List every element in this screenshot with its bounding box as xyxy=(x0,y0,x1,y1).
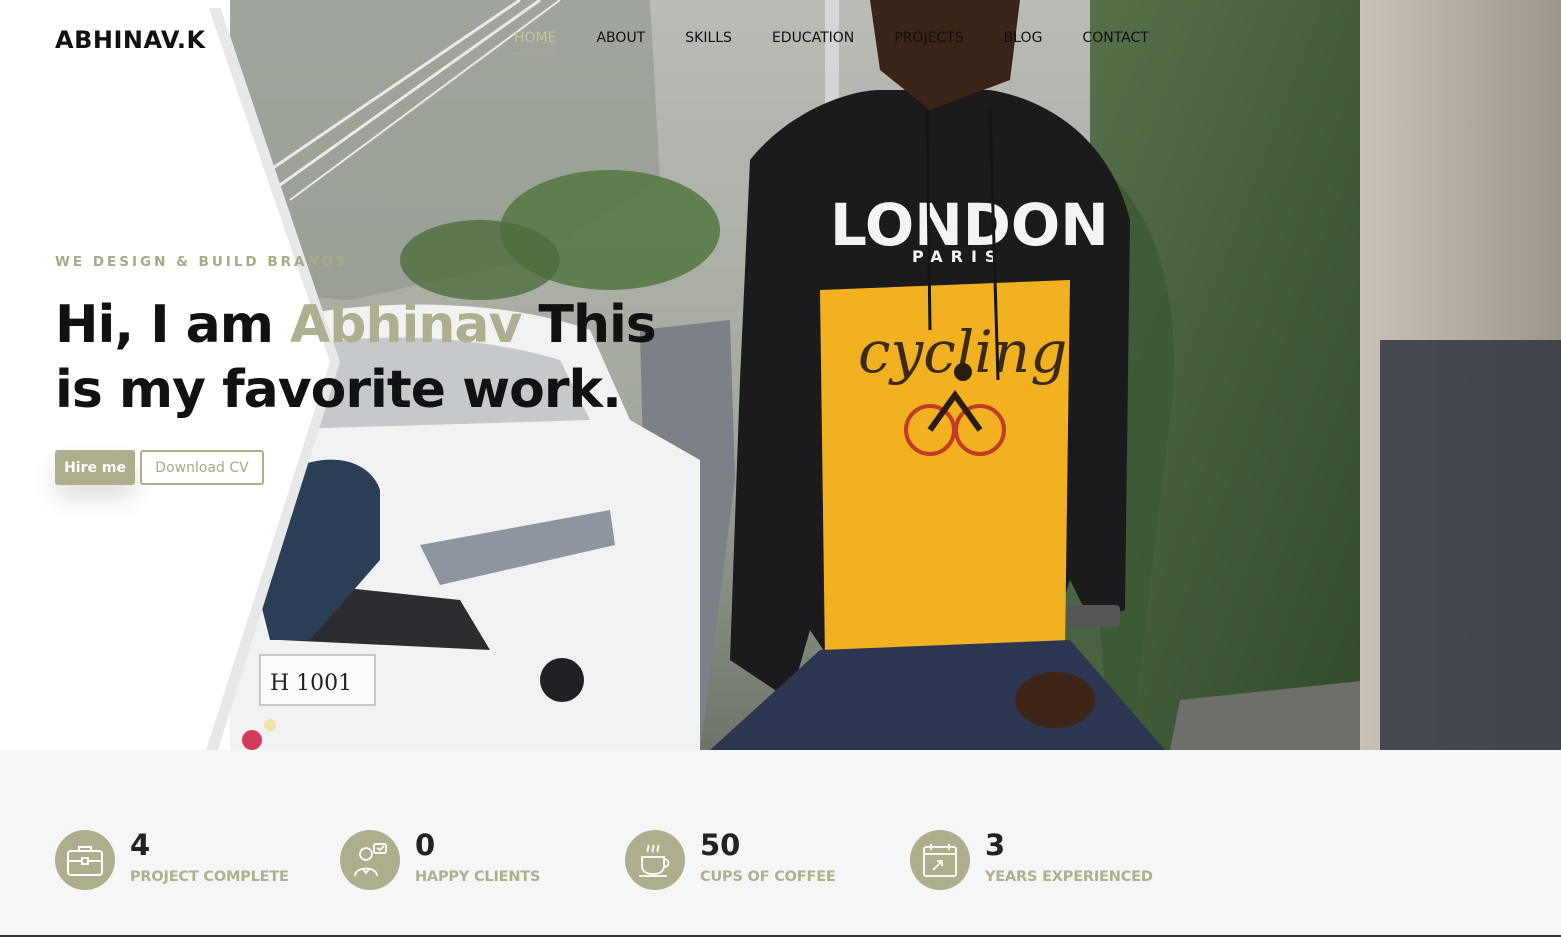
stat-years: 3 YEARS EXPERIENCED xyxy=(910,828,1190,892)
stats-section: 4 PROJECT COMPLETE 0 HAPPY CLIENTS 50 CU… xyxy=(0,750,1561,937)
headline-prefix: Hi, I am xyxy=(55,295,274,355)
stat-value: 3 xyxy=(985,828,1006,862)
nav-item-contact[interactable]: CONTACT xyxy=(1082,30,1148,46)
photo-shirt-subtext: PARIS xyxy=(912,247,1004,266)
nav-item-about[interactable]: ABOUT xyxy=(596,30,645,46)
photo-plate-text: H 1001 xyxy=(270,671,352,696)
hire-me-button[interactable]: Hire me xyxy=(55,450,135,485)
nav-item-home[interactable]: HOME xyxy=(514,30,557,54)
stat-label: YEARS EXPERIENCED xyxy=(985,869,1153,885)
stat-value: 4 xyxy=(130,828,151,862)
stat-label: PROJECT COMPLETE xyxy=(130,869,289,885)
stat-clients: 0 HAPPY CLIENTS xyxy=(340,828,620,892)
nav-item-skills[interactable]: SKILLS xyxy=(685,30,732,46)
site-logo[interactable]: ABHINAV.K xyxy=(55,26,206,54)
headline-name: Abhinav xyxy=(290,295,522,355)
stat-value: 50 xyxy=(700,828,741,862)
nav-item-education[interactable]: EDUCATION xyxy=(772,30,854,46)
calendar-icon xyxy=(910,830,970,890)
nav-item-projects[interactable]: PROJECTS xyxy=(894,30,963,46)
hero-tagline: WE DESIGN & BUILD BRANDS xyxy=(55,254,349,270)
stat-coffee: 50 CUPS OF COFFEE xyxy=(625,828,905,892)
coffee-cup-icon xyxy=(625,830,685,890)
stat-value: 0 xyxy=(415,828,436,862)
briefcase-icon xyxy=(55,830,115,890)
download-cv-button[interactable]: Download CV xyxy=(140,450,264,485)
stat-label: HAPPY CLIENTS xyxy=(415,869,541,885)
hero-headline: Hi, I am Abhinav This is my favorite wor… xyxy=(55,293,695,423)
stat-label: CUPS OF COFFEE xyxy=(700,869,836,885)
client-icon xyxy=(340,830,400,890)
hero-section: H 1001 LONDON PARIS cycling ABHINAV.K HO… xyxy=(0,0,1561,750)
nav-item-blog[interactable]: BLOG xyxy=(1004,30,1043,46)
main-nav: HOME ABOUT SKILLS EDUCATION PROJECTS BLO… xyxy=(514,30,1189,54)
stat-projects: 4 PROJECT COMPLETE xyxy=(55,828,335,892)
